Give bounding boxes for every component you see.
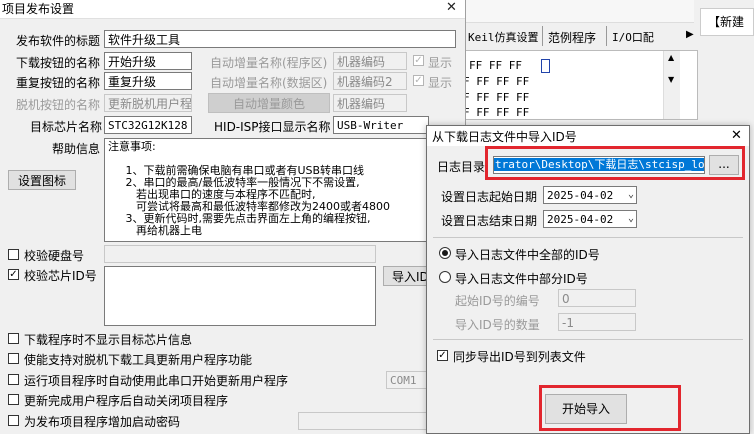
set-icon-button[interactable]: 设置图标 — [8, 170, 76, 190]
offline-button-label: 脱机按钮的名称 — [16, 98, 101, 112]
auto-close-label: 更新完成用户程序后自动关闭项目程序 — [24, 394, 229, 408]
sync-export-checkbox[interactable]: ✓ — [437, 350, 448, 361]
hide-target-info-label: 下载程序时不显示目标芯片信息 — [24, 333, 193, 347]
scroll-up-icon[interactable]: ▲ — [668, 53, 674, 62]
tab-divider — [606, 26, 607, 46]
verify-chip-checkbox[interactable]: ✓ — [8, 269, 19, 280]
chevron-down-icon[interactable]: ⌄ — [628, 187, 634, 203]
radio-import-partial-label: 导入日志文件中部分ID号 — [455, 272, 588, 286]
end-date-value: 2025-04-02 — [547, 213, 614, 226]
start-import-button[interactable]: 开始导入 — [545, 394, 627, 424]
target-chip-label: 目标芯片名称 — [30, 120, 103, 134]
count-label: 导入ID号的数量 — [455, 318, 540, 332]
chip-id-list[interactable] — [104, 266, 376, 326]
tab-scroll-right[interactable]: ▶ — [686, 29, 694, 40]
tab-keil[interactable]: Keil仿真设置 — [468, 29, 539, 45]
hide-target-info-checkbox[interactable] — [8, 333, 19, 344]
radio-import-all[interactable] — [439, 247, 451, 259]
radio-import-all-label: 导入日志文件中全部的ID号 — [455, 248, 600, 262]
import-dialog: 从下载日志文件中导入ID号 ✕ 日志目录 trator\Desktop\下载日志… — [426, 125, 750, 434]
verify-chip-label: 校验芯片ID号 — [24, 269, 97, 283]
start-date-value: 2025-04-02 — [547, 189, 614, 202]
close-icon[interactable]: ✕ — [446, 0, 457, 15]
auto-inc-data-label: 自动增量名称(数据区) — [210, 76, 328, 90]
repeat-button-input[interactable]: 重复升级 — [104, 72, 192, 90]
hex-row: F FF FF FF — [463, 91, 530, 104]
hex-cursor — [541, 59, 550, 73]
dialog-divider — [433, 237, 743, 238]
add-startup-label: 为发布项目程序增加启动密码 — [24, 415, 181, 429]
dialog-title: 从下载日志文件中导入ID号 — [432, 130, 577, 144]
log-dir-input[interactable]: trator\Desktop\下载日志\stcisp_log — [493, 156, 705, 174]
auto-close-checkbox[interactable] — [8, 394, 19, 405]
start-index-input: 0 — [558, 289, 636, 307]
download-button-input[interactable]: 开始升级 — [104, 52, 192, 70]
hex-scrollbar[interactable]: ▲ ▼ — [663, 51, 680, 119]
help-label: 帮助信息 — [52, 142, 101, 156]
main-window: 项目发布设置 ✕ 发布软件的标题 软件升级工具 下载按钮的名称 开始升级 自动增… — [0, 0, 466, 434]
title-input[interactable]: 软件升级工具 — [104, 30, 456, 48]
start-date-label: 设置日志起始日期 — [441, 190, 538, 204]
title-label: 发布软件的标题 — [16, 34, 101, 48]
dialog-title-bar: 从下载日志文件中导入ID号 ✕ — [427, 126, 749, 146]
download-button-label: 下载按钮的名称 — [16, 56, 101, 70]
help-textarea[interactable]: 注意事项: 1、下载前需确保电脑有串口或者有USB转串口线 2、串口的最高/最低… — [104, 138, 456, 242]
auto-inc-data-input: 机器编码2 — [333, 72, 407, 90]
dialog-divider-2 — [433, 339, 743, 340]
hid-label: HID-ISP接口显示名称 — [214, 120, 331, 134]
background-tab-bar: Keil仿真设置 范例程序 I/O口配 ▶ — [462, 26, 698, 46]
auto-inc-program-input: 机器编码 — [333, 52, 407, 70]
start-date-picker[interactable]: 2025-04-02 ⌄ — [543, 186, 637, 204]
auto-serial-label: 运行项目程序时自动使用此串口开始更新用户程序 — [24, 374, 289, 388]
scroll-down-icon[interactable]: ▼ — [668, 75, 674, 84]
hid-input[interactable]: USB-Writer — [333, 116, 429, 134]
offline-button-input: 更新脱机用户程 — [104, 94, 192, 112]
support-offline-checkbox[interactable] — [8, 353, 19, 364]
tab-examples[interactable]: 范例程序 — [548, 29, 596, 46]
main-window-title: 项目发布设置 — [2, 2, 75, 16]
disk-id-input — [104, 245, 376, 263]
auto-inc-color-button: 自动增量颜色 — [208, 93, 330, 113]
target-chip-input[interactable]: STC32G12K128 — [104, 116, 192, 134]
count-input: -1 — [558, 313, 636, 331]
show-label-2: 显示 — [428, 76, 453, 90]
close-icon[interactable]: ✕ — [731, 128, 742, 143]
radio-import-partial[interactable] — [439, 271, 451, 283]
verify-disk-label: 校验硬盘号 — [24, 249, 85, 263]
auto-inc-color-input: 机器编码 — [333, 94, 407, 112]
tab-divider — [542, 26, 543, 46]
repeat-button-label: 重复按钮的名称 — [16, 76, 101, 90]
end-date-label: 设置日志结束日期 — [441, 214, 538, 228]
startup-password-input — [298, 412, 428, 430]
start-index-label: 起始ID号的编号 — [455, 294, 540, 308]
show-checkbox: ✓ — [413, 55, 424, 66]
auto-inc-program-label: 自动增量名称(程序区) — [210, 56, 328, 70]
hex-row: F FF FF FF — [463, 106, 530, 119]
log-dir-value: trator\Desktop\下载日志\stcisp_log — [494, 158, 704, 171]
add-startup-checkbox[interactable] — [8, 415, 19, 426]
show-checkbox-2: ✓ — [413, 75, 424, 86]
main-title-bar: 项目发布设置 ✕ — [0, 0, 465, 19]
support-offline-label: 使能支持对脱机下载工具更新用户程序功能 — [24, 353, 253, 367]
background-panel-top — [462, 0, 694, 23]
background-right-label: 【新建 — [708, 15, 745, 29]
browse-button[interactable]: ... — [709, 155, 739, 175]
log-dir-label: 日志目录 — [437, 160, 486, 174]
hex-view: FF FF FF F FF FF FF F FF FF FF F FF FF F… — [462, 50, 698, 120]
chevron-down-icon[interactable]: ⌄ — [628, 211, 634, 227]
verify-disk-checkbox[interactable] — [8, 249, 19, 260]
tab-io[interactable]: I/O口配 — [612, 29, 654, 45]
show-label: 显示 — [428, 56, 453, 70]
hex-row: F FF FF FF — [463, 75, 530, 88]
end-date-picker[interactable]: 2025-04-02 ⌄ — [543, 210, 637, 228]
sync-export-label: 同步导出ID号到列表文件 — [453, 350, 586, 364]
hex-row: FF FF FF — [469, 59, 522, 72]
auto-serial-checkbox[interactable] — [8, 374, 19, 385]
